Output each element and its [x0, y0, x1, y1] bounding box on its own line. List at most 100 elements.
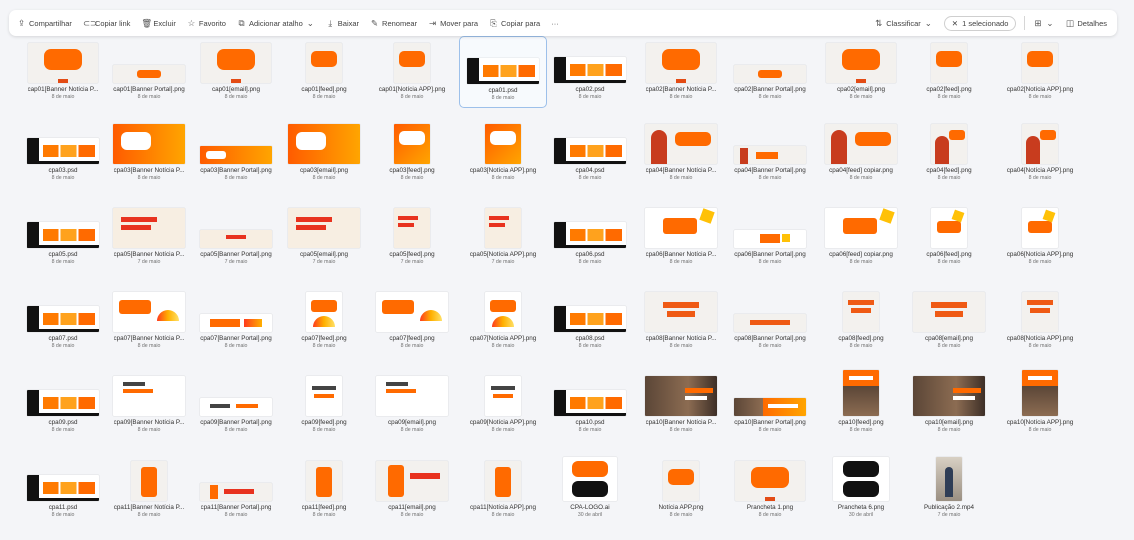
file-tile[interactable]: cpa08[feed].png 8 de maio: [818, 285, 904, 357]
file-tile[interactable]: cpa08[Banner Portal].png 8 de maio: [727, 285, 813, 357]
rename-button[interactable]: ✎ Renomear: [370, 19, 417, 28]
file-tile[interactable]: cpa10[Notícia APP].png 8 de maio: [997, 369, 1083, 441]
file-modified-date: 8 de maio: [312, 94, 336, 100]
file-tile[interactable]: cpa10[Banner Notícia P... 8 de maio: [638, 369, 724, 441]
file-tile[interactable]: cpa04[Notícia APP].png 8 de maio: [997, 117, 1083, 189]
file-tile[interactable]: cap01[feed].png 8 de maio: [281, 36, 367, 108]
file-name: cpa11[Banner Portal].png: [200, 504, 272, 511]
file-tile[interactable]: cap01[email].png 8 de maio: [193, 36, 279, 108]
file-tile[interactable]: Prancheta 1.png 8 de maio: [727, 454, 813, 526]
file-name: cpa03[Notícia APP].png: [469, 167, 537, 174]
file-tile[interactable]: cpa06[Notícia APP].png 8 de maio: [997, 201, 1083, 273]
file-tile[interactable]: cpa06[Banner Notícia P... 8 de maio: [638, 201, 724, 273]
file-tile[interactable]: cpa11[Banner Notícia P... 8 de maio: [106, 454, 192, 526]
file-tile[interactable]: cpa02[Banner Notícia P... 8 de maio: [638, 36, 724, 108]
copy-link-button[interactable]: ⊂⊃ Copiar link: [83, 19, 130, 28]
file-tile[interactable]: cpa03[Notícia APP].png 8 de maio: [460, 117, 546, 189]
file-tile[interactable]: cpa05[Banner Notícia P... 7 de maio: [106, 201, 192, 273]
selection-pill[interactable]: ✕ 1 selecionado: [943, 15, 1017, 31]
file-name: cpa04.psd: [575, 167, 605, 174]
file-modified-date: 8 de maio: [758, 94, 782, 100]
file-tile[interactable]: cap01[Banner Notícia P... 8 de maio: [20, 36, 106, 108]
file-tile[interactable]: cap01[Banner Portal].png 8 de maio: [106, 36, 192, 108]
download-button[interactable]: ⤓ Baixar: [326, 19, 359, 28]
file-tile[interactable]: cpa05[Notícia APP].png 7 de maio: [460, 201, 546, 273]
file-tile[interactable]: cpa04[feed] copiar.png 8 de maio: [818, 117, 904, 189]
file-tile[interactable]: CPA-LOGO.ai 30 de abril: [547, 454, 633, 526]
file-tile[interactable]: cpa05[email].png 7 de maio: [281, 201, 367, 273]
file-tile[interactable]: Notícia APP.png 8 de maio: [638, 454, 724, 526]
move-to-button[interactable]: ⇥ Mover para: [428, 19, 478, 28]
file-thumbnail: [735, 461, 805, 501]
file-tile[interactable]: cpa09[feed].png 8 de maio: [281, 369, 367, 441]
file-modified-date: 30 de abril: [577, 512, 603, 518]
sort-button[interactable]: ⇅ Classificar ⌄: [874, 19, 933, 28]
thumbnail-area: [997, 201, 1083, 250]
close-icon[interactable]: ✕: [952, 19, 958, 28]
file-tile[interactable]: cpa09[Banner Portal].png 8 de maio: [193, 369, 279, 441]
file-tile[interactable]: cpa03[Banner Portal].png 8 de maio: [193, 117, 279, 189]
file-tile[interactable]: cpa06[feed].png 8 de maio: [906, 201, 992, 273]
favorite-button[interactable]: ☆ Favorito: [187, 19, 226, 28]
file-tile[interactable]: cpa05[feed].png 7 de maio: [369, 201, 455, 273]
file-tile[interactable]: cpa08[Notícia APP].png 8 de maio: [997, 285, 1083, 357]
file-tile[interactable]: cpa03.psd 8 de maio: [20, 117, 106, 189]
file-tile[interactable]: cpa04[Banner Portal].png 8 de maio: [727, 117, 813, 189]
file-tile[interactable]: cpa07[feed].png 8 de maio: [369, 285, 455, 357]
delete-button[interactable]: 🗑 Excluir: [141, 19, 176, 28]
file-tile[interactable]: cpa02.psd 8 de maio: [547, 36, 633, 108]
file-tile[interactable]: cpa06[Banner Portal].png 8 de maio: [727, 201, 813, 273]
file-tile[interactable]: cpa09[Banner Notícia P... 8 de maio: [106, 369, 192, 441]
file-thumbnail: [27, 138, 99, 164]
file-tile[interactable]: Publicação 2.mp4 7 de maio: [906, 454, 992, 526]
file-tile[interactable]: cpa02[Notícia APP].png 8 de maio: [997, 36, 1083, 108]
file-tile[interactable]: cpa06.psd 8 de maio: [547, 201, 633, 273]
file-name: cpa02.psd: [575, 86, 605, 93]
view-options-button[interactable]: ⊞ ⌄: [1033, 19, 1054, 28]
copy-to-button[interactable]: ⎘ Copiar para: [489, 19, 540, 28]
more-button[interactable]: ···: [551, 19, 559, 28]
file-tile[interactable]: cpa11.psd 8 de maio: [20, 454, 106, 526]
file-tile[interactable]: cpa05.psd 8 de maio: [20, 201, 106, 273]
file-thumbnail: [200, 483, 272, 501]
file-tile[interactable]: cpa09[Notícia APP].png 8 de maio: [460, 369, 546, 441]
thumbnail-artwork: [311, 300, 337, 327]
file-tile[interactable]: cpa03[Banner Notícia P... 8 de maio: [106, 117, 192, 189]
file-tile[interactable]: cpa10.psd 8 de maio: [547, 369, 633, 441]
file-tile[interactable]: cpa03[email].png 8 de maio: [281, 117, 367, 189]
file-tile[interactable]: cpa11[feed].png 8 de maio: [281, 454, 367, 526]
file-tile[interactable]: cpa04.psd 8 de maio: [547, 117, 633, 189]
file-tile[interactable]: cpa07[Banner Portal].png 8 de maio: [193, 285, 279, 357]
file-tile[interactable]: Prancheta 6.png 30 de abril: [818, 454, 904, 526]
file-tile[interactable]: cpa08.psd 8 de maio: [547, 285, 633, 357]
file-tile[interactable]: cpa10[email].png 8 de maio: [906, 369, 992, 441]
file-tile[interactable]: cpa08[Banner Notícia P... 8 de maio: [638, 285, 724, 357]
file-tile[interactable]: cpa11[Notícia APP].png 8 de maio: [460, 454, 546, 526]
share-button[interactable]: ⇪ Compartilhar: [17, 19, 72, 28]
file-tile[interactable]: cpa01.psd 8 de maio: [459, 36, 547, 108]
file-tile[interactable]: cpa08[email].png 8 de maio: [906, 285, 992, 357]
file-tile[interactable]: cpa07[Banner Notícia P... 8 de maio: [106, 285, 192, 357]
file-tile[interactable]: cap01[Notícia APP].png 8 de maio: [369, 36, 455, 108]
details-button[interactable]: ◫ Detalhes: [1065, 19, 1107, 28]
file-tile[interactable]: cpa07.psd 8 de maio: [20, 285, 106, 357]
file-tile[interactable]: cpa09[email].png 8 de maio: [369, 369, 455, 441]
add-shortcut-button[interactable]: ⧉ Adicionar atalho ⌄: [237, 19, 315, 28]
file-tile[interactable]: cpa10[feed].png 8 de maio: [818, 369, 904, 441]
file-tile[interactable]: cpa04[feed].png 8 de maio: [906, 117, 992, 189]
file-name: cpa10.psd: [575, 419, 605, 426]
file-tile[interactable]: cpa11[email].png 8 de maio: [369, 454, 455, 526]
file-tile[interactable]: cpa07[feed].png 8 de maio: [281, 285, 367, 357]
file-tile[interactable]: cpa10[Banner Portal].png 8 de maio: [727, 369, 813, 441]
file-tile[interactable]: cpa05[Banner Portal].png 7 de maio: [193, 201, 279, 273]
file-tile[interactable]: cpa02[Banner Portal].png 8 de maio: [727, 36, 813, 108]
file-tile[interactable]: cpa09.psd 8 de maio: [20, 369, 106, 441]
file-tile[interactable]: cpa07[Notícia APP].png 8 de maio: [460, 285, 546, 357]
file-tile[interactable]: cpa02[feed].png 8 de maio: [906, 36, 992, 108]
file-tile[interactable]: cpa03[feed].png 8 de maio: [369, 117, 455, 189]
file-tile[interactable]: cpa06[feed] copiar.png 8 de maio: [818, 201, 904, 273]
thumbnail-area: [281, 201, 367, 250]
file-tile[interactable]: cpa11[Banner Portal].png 8 de maio: [193, 454, 279, 526]
file-tile[interactable]: cpa04[Banner Notícia P... 8 de maio: [638, 117, 724, 189]
file-tile[interactable]: cpa02[email].png 8 de maio: [818, 36, 904, 108]
